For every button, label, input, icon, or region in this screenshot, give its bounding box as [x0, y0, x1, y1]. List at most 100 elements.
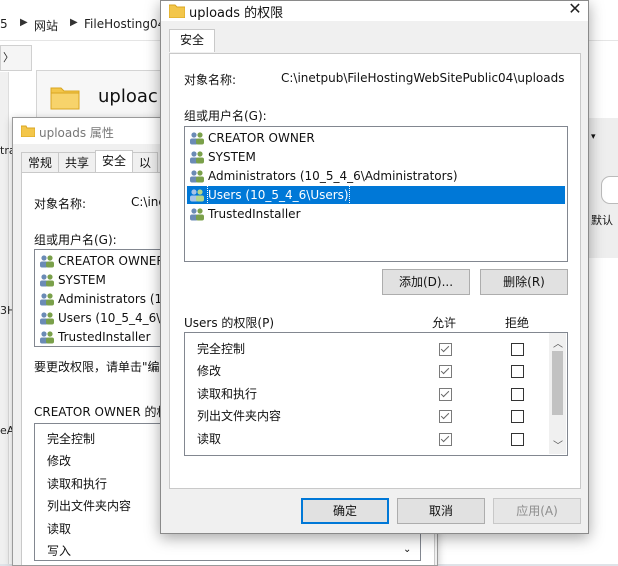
- drive-icon: [601, 176, 618, 204]
- list-item[interactable]: TrustedInstaller: [189, 205, 301, 223]
- cancel-button[interactable]: 取消: [397, 498, 485, 524]
- tab-more[interactable]: 以: [132, 152, 159, 173]
- user-group-icon: [189, 150, 205, 164]
- nav-fragment: 〉: [3, 51, 14, 64]
- chevron-up-icon[interactable]: ︿: [553, 335, 563, 350]
- deny-checkbox[interactable]: [511, 343, 524, 356]
- add-button[interactable]: 添加(D)...: [382, 269, 470, 295]
- allow-checkbox[interactable]: [439, 410, 452, 423]
- tab-bar: 常规 共享 安全 以: [21, 150, 159, 174]
- deny-checkbox[interactable]: [511, 410, 524, 423]
- chevron-right-icon: ▶: [70, 17, 78, 28]
- allow-header: 允许: [432, 316, 457, 330]
- object-name-value: C:\inetpub\FileHostingWebSitePublic04\up…: [281, 71, 565, 85]
- scrollbar[interactable]: ︿ ﹀: [549, 333, 566, 454]
- list-item[interactable]: TrustedInstaller: [39, 328, 151, 346]
- permission-name: 修改: [47, 454, 72, 468]
- window-title: uploads 属性: [39, 126, 114, 140]
- ribbon-label: 默认: [591, 214, 613, 227]
- permission-header: Users 的权限(P): [184, 316, 275, 330]
- chevron-down-icon[interactable]: ﹀: [553, 437, 563, 452]
- user-group-icon: [189, 169, 205, 183]
- user-name: TrustedInstaller: [58, 330, 151, 344]
- user-name: Administrators (10_5_4_6\Administrators): [208, 169, 458, 183]
- object-name-label: 对象名称:: [184, 73, 237, 87]
- nav-pane-edge: 〉: [0, 45, 32, 71]
- list-item[interactable]: CREATOR OWNER: [189, 129, 315, 147]
- list-item[interactable]: CREATOR OWNER: [39, 252, 165, 270]
- user-name: SYSTEM: [58, 273, 106, 287]
- allow-checkbox[interactable]: [439, 433, 452, 446]
- security-panel: 对象名称: C:\inetpub\FileHostingWebSitePubli…: [169, 53, 581, 489]
- left-strip: tra 3H eA: [0, 72, 16, 564]
- permission-name: 读取和执行: [197, 387, 258, 401]
- user-name: Administrators (10: [58, 292, 166, 306]
- list-item[interactable]: SYSTEM: [39, 271, 106, 289]
- list-item-selected[interactable]: Users (10_5_4_6\Users): [187, 185, 565, 205]
- deny-checkbox[interactable]: [511, 433, 524, 446]
- list-item[interactable]: Administrators (10: [39, 290, 166, 308]
- permission-name: 列出文件夹内容: [47, 499, 132, 513]
- allow-checkbox[interactable]: [439, 365, 452, 378]
- object-name-label: 对象名称:: [34, 197, 87, 211]
- tab-bar: 安全: [169, 29, 216, 53]
- ok-button[interactable]: 确定: [301, 498, 389, 524]
- permissions-dialog: uploads 的权限 ✕ 安全 对象名称: C:\inetpub\FileHo…: [160, 0, 589, 534]
- user-group-icon: [39, 254, 55, 268]
- user-list[interactable]: CREATOR OWNER SYSTEM Administrators (10_…: [184, 126, 568, 262]
- user-name: CREATOR OWNER: [58, 254, 165, 268]
- chevron-down-icon[interactable]: ⌄: [403, 544, 411, 555]
- breadcrumb-item[interactable]: 网站: [34, 17, 58, 34]
- user-name: TrustedInstaller: [208, 207, 301, 221]
- permission-name: 读取: [47, 522, 72, 536]
- breadcrumb-item[interactable]: FileHosting04: [84, 17, 165, 31]
- chevron-down-icon: ▾: [591, 132, 596, 142]
- user-group-icon: [189, 131, 205, 145]
- tab-general[interactable]: 常规: [21, 152, 60, 173]
- permission-name: 修改: [197, 364, 222, 378]
- folder-title: uploac: [98, 86, 158, 107]
- tab-security[interactable]: 安全: [95, 150, 134, 173]
- tab-security[interactable]: 安全: [169, 29, 216, 52]
- user-list[interactable]: CREATOR OWNER SYSTEM Administrators (10 …: [34, 249, 166, 347]
- list-item[interactable]: Users (10_5_4_6\U: [39, 309, 166, 327]
- user-name: Users (10_5_4_6\Users): [207, 185, 350, 205]
- folder-icon: [169, 4, 185, 18]
- edit-hint: 要更改权限，请单击"编: [34, 360, 160, 374]
- list-item[interactable]: SYSTEM: [189, 148, 256, 166]
- permission-name: 读取和执行: [47, 477, 108, 491]
- deny-checkbox[interactable]: [511, 388, 524, 401]
- user-name: CREATOR OWNER: [208, 131, 315, 145]
- group-label: 组或用户名(G):: [184, 109, 267, 123]
- window-title: uploads 的权限: [189, 6, 284, 21]
- deny-checkbox[interactable]: [511, 365, 524, 378]
- user-name: SYSTEM: [208, 150, 256, 164]
- close-icon[interactable]: ✕: [565, 0, 585, 19]
- user-group-icon: [39, 330, 55, 344]
- folder-icon: [50, 84, 80, 110]
- permission-name: 读取: [197, 432, 222, 446]
- permission-name: 写入: [47, 544, 72, 558]
- chevron-right-icon: ▶: [20, 17, 28, 28]
- allow-checkbox[interactable]: [439, 343, 452, 356]
- remove-button[interactable]: 删除(R): [480, 269, 568, 295]
- user-group-icon: [39, 311, 55, 325]
- list-item[interactable]: Administrators (10_5_4_6\Administrators): [189, 167, 458, 185]
- scrollbar-thumb[interactable]: [552, 351, 563, 415]
- user-group-icon: [189, 207, 205, 221]
- user-group-icon: [189, 188, 205, 202]
- permission-name: 完全控制: [197, 342, 246, 356]
- user-name: Users (10_5_4_6\U: [58, 311, 166, 325]
- breadcrumb-item[interactable]: 5: [0, 17, 8, 31]
- deny-header: 拒绝: [505, 316, 530, 330]
- ribbon-edge: ▾ 默认: [588, 118, 618, 258]
- folder-icon: [21, 125, 35, 137]
- group-label: 组或用户名(G):: [34, 233, 117, 247]
- apply-button[interactable]: 应用(A): [493, 498, 581, 524]
- permission-list[interactable]: 完全控制 修改 读取和执行 列出文件夹内容 读取 ︿ ﹀: [184, 332, 568, 456]
- titlebar[interactable]: uploads 的权限 ✕: [161, 0, 588, 21]
- user-group-icon: [39, 273, 55, 287]
- tab-sharing[interactable]: 共享: [58, 152, 97, 173]
- permission-header: CREATOR OWNER 的权: [34, 405, 169, 419]
- allow-checkbox[interactable]: [439, 388, 452, 401]
